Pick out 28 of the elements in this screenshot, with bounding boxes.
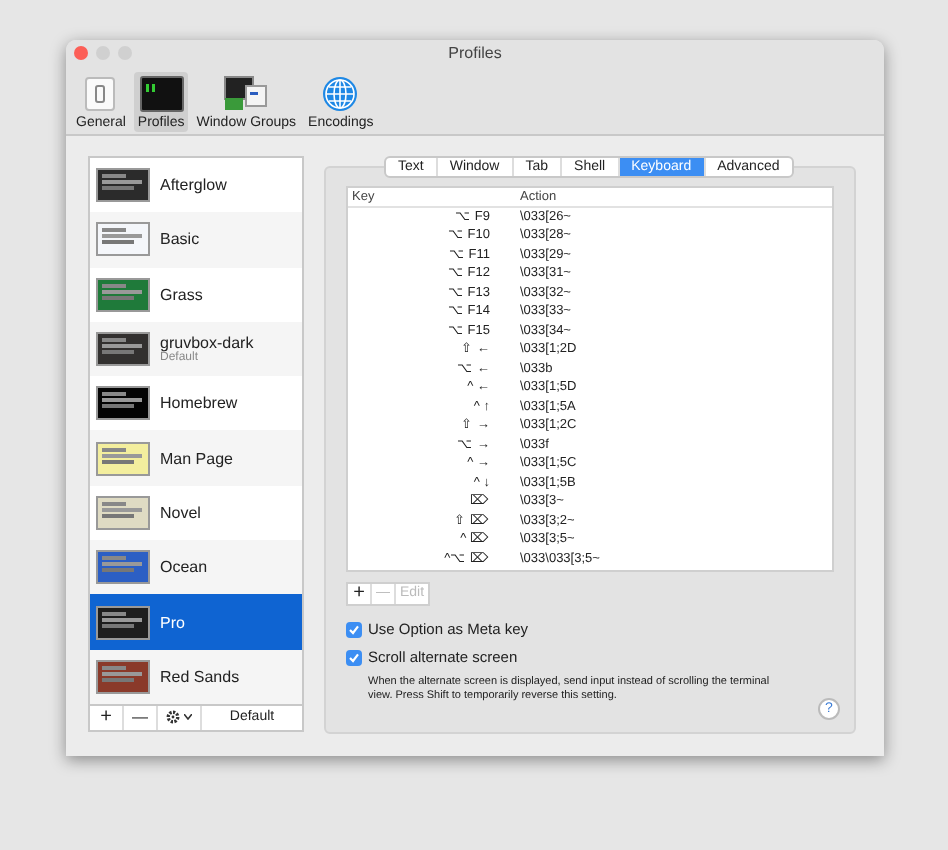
profile-name: Afterglow: [160, 176, 227, 195]
remove-button[interactable]: —: [124, 705, 158, 730]
profile-item[interactable]: Man Page: [90, 430, 302, 486]
profile-item[interactable]: Red Sands: [90, 649, 302, 704]
checkbox[interactable]: [346, 621, 362, 638]
profile-name: gruvbox-dark: [160, 333, 254, 352]
gear-icon: [166, 710, 180, 725]
switch-icon: [84, 76, 117, 112]
terminal-windows-icon: [224, 76, 269, 112]
profile-item[interactable]: Ocean: [90, 540, 302, 595]
checkbox[interactable]: [346, 649, 362, 666]
profile-name: Man Page: [160, 449, 233, 468]
profile-item[interactable]: Pro: [90, 594, 302, 650]
add-button[interactable]: +: [90, 705, 124, 730]
globe-icon: [322, 76, 359, 112]
close-button[interactable]: [74, 46, 88, 60]
add-button[interactable]: +: [348, 584, 372, 604]
terminal-icon: [139, 76, 184, 112]
profile-name: Ocean: [160, 558, 208, 577]
profile-name: Pro: [160, 613, 185, 632]
profile-name: Basic: [160, 230, 200, 249]
window-title: Profiles: [448, 42, 502, 66]
chevron-icon: [184, 714, 192, 721]
profile-item[interactable]: Basic: [90, 212, 302, 268]
profile-name: Grass: [160, 285, 203, 304]
profile-name: Red Sands: [160, 667, 240, 686]
profile-name: Homebrew: [160, 394, 238, 413]
profile-name: Novel: [160, 503, 201, 522]
